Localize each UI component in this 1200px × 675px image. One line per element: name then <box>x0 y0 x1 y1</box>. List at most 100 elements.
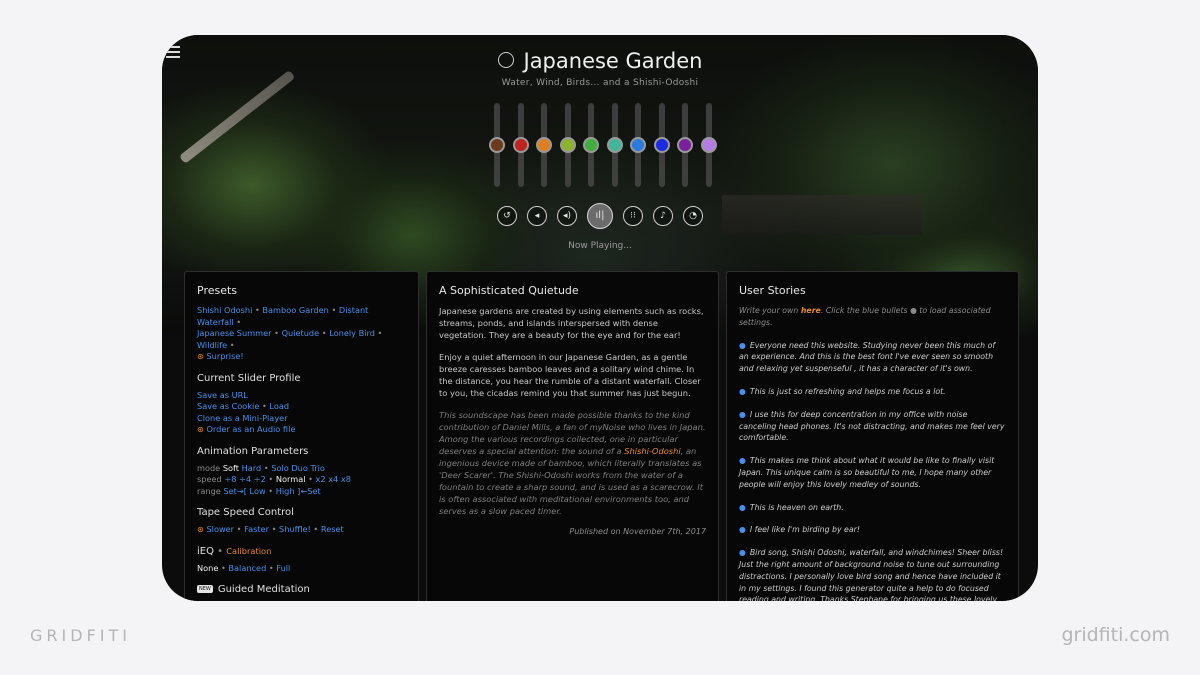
app-window: Japanese Garden Water, Wind, Birds... an… <box>162 35 1038 601</box>
preset-wildlife[interactable]: Wildlife <box>197 340 227 350</box>
slider-profile-actions: Save as URL Save as Cookie • Load Clone … <box>197 389 296 435</box>
slider-track[interactable] <box>583 103 599 187</box>
preset-quietude[interactable]: Quietude <box>282 328 320 338</box>
user-stories-intro: Write your own here. Click the blue bull… <box>739 305 1006 329</box>
clone-mini-player-link[interactable]: Clone as a Mini-Player <box>197 413 288 423</box>
slider-knob[interactable] <box>583 137 599 153</box>
load-link[interactable]: Load <box>269 401 289 411</box>
user-story: ● I use this for deep concentration in my… <box>739 409 1006 444</box>
save-cookie-link[interactable]: Save as Cookie <box>197 401 259 411</box>
range-high[interactable]: High <box>276 486 295 496</box>
ieq-heading: iEQ • Calibration <box>197 545 272 557</box>
user-story: ● This is just so refreshing and helps me… <box>739 386 1006 398</box>
slider-track[interactable] <box>536 103 552 187</box>
shishi-odoshi-link[interactable]: Shishi-Odoshi <box>624 446 680 456</box>
slider-knob[interactable] <box>630 137 646 153</box>
timer-icon[interactable]: ◔ <box>683 206 703 226</box>
speed-normal[interactable]: Normal <box>276 474 306 484</box>
slider-knob[interactable] <box>559 137 576 153</box>
tape-faster[interactable]: Faster <box>244 524 269 534</box>
mode-hard[interactable]: Hard <box>242 463 262 473</box>
slider-track[interactable] <box>606 103 623 187</box>
mode-solo[interactable]: Solo <box>271 463 289 473</box>
slider-track[interactable] <box>512 103 529 187</box>
user-story: ● I feel like I'm birding by ear! <box>739 524 1006 536</box>
tape-shuffle[interactable]: Shuffle! <box>279 524 311 534</box>
speed-div4[interactable]: ÷4 <box>239 474 251 484</box>
slider-track[interactable] <box>653 103 670 187</box>
speed-x4[interactable]: x4 <box>328 474 338 484</box>
ieq-full[interactable]: Full <box>276 563 290 573</box>
save-url-link[interactable]: Save as URL <box>197 390 248 400</box>
mode-soft[interactable]: Soft <box>223 463 239 473</box>
preset-bamboo-garden[interactable]: Bamboo Garden <box>262 305 328 315</box>
tape-reset[interactable]: Reset <box>321 524 344 534</box>
user-stories-list: ● Everyone need this website. Studying ne… <box>739 340 1006 601</box>
range-set-to[interactable]: ]←Set <box>297 486 321 496</box>
range-set-from[interactable]: Set→[ <box>223 486 247 496</box>
slider-knob[interactable] <box>536 137 552 153</box>
speed-label: speed <box>197 474 222 484</box>
speed-x8[interactable]: x8 <box>341 474 351 484</box>
guided-meditation-heading[interactable]: NEW Guided Meditation <box>197 584 406 595</box>
bell-icon[interactable]: ♪ <box>653 206 673 226</box>
now-playing-status: Now Playing... <box>568 241 632 251</box>
slider-knob[interactable] <box>489 137 505 153</box>
published-date: Published on November 7th, 2017 <box>569 527 706 536</box>
volume-up-icon[interactable]: ◂) <box>557 206 577 226</box>
tape-slower[interactable]: Slower <box>206 524 234 534</box>
write-story-link[interactable]: here <box>801 306 821 315</box>
story-text: I feel like I'm birding by ear! <box>749 525 860 535</box>
slider-knob[interactable] <box>653 137 670 153</box>
description-heading: A Sophisticated Quietude <box>439 284 579 297</box>
mode-trio[interactable]: Trio <box>310 463 324 473</box>
slider-knob[interactable] <box>606 137 623 153</box>
story-bullet-icon[interactable]: ● <box>739 410 746 419</box>
slider-track[interactable] <box>489 103 505 187</box>
equalizer-icon[interactable]: ıl| <box>587 203 613 229</box>
animation-heading: Animation Parameters <box>197 445 309 457</box>
preset-lonely-bird[interactable]: Lonely Bird <box>329 328 375 338</box>
slider-knob[interactable] <box>700 137 717 153</box>
ieq-options: None • Balanced • Full <box>197 562 291 573</box>
preset-japanese-summer[interactable]: Japanese Summer <box>197 328 272 338</box>
preset-shishi-odoshi[interactable]: Shishi Odoshi <box>197 305 252 315</box>
slider-knob[interactable] <box>512 137 529 153</box>
slider-knob[interactable] <box>677 137 693 153</box>
mode-label: mode <box>197 462 221 473</box>
story-bullet-icon[interactable]: ● <box>739 525 746 534</box>
user-story: ● Bird song, Shishi Odoshi, waterfall, an… <box>739 547 1006 601</box>
volume-down-icon[interactable]: ◂ <box>527 206 547 226</box>
sound-sliders <box>489 103 719 187</box>
story-bullet-icon[interactable]: ● <box>739 503 746 512</box>
story-text: This is just so refreshing and helps me … <box>749 386 946 396</box>
slider-track[interactable] <box>630 103 646 187</box>
preset-surprise[interactable]: Surprise! <box>206 351 243 361</box>
slider-track[interactable] <box>677 103 693 187</box>
range-low[interactable]: Low <box>250 486 266 496</box>
description-panel: A Sophisticated Quietude Japanese garden… <box>426 271 719 601</box>
guided-meditation-title[interactable]: Guided Meditation <box>218 584 310 595</box>
animate-icon[interactable]: ⁝⁝ <box>623 206 643 226</box>
reset-icon[interactable]: ↺ <box>497 206 517 226</box>
slider-profile-heading: Current Slider Profile <box>197 372 301 384</box>
story-bullet-icon[interactable]: ● <box>739 456 746 465</box>
intro-start: Write your own <box>739 306 801 315</box>
ieq-calibration-link[interactable]: Calibration <box>226 546 271 556</box>
slider-track[interactable] <box>559 103 576 187</box>
ieq-balanced[interactable]: Balanced <box>228 563 266 573</box>
speed-x2[interactable]: x2 <box>316 474 326 484</box>
ieq-none[interactable]: None <box>197 563 218 573</box>
story-bullet-icon[interactable]: ● <box>739 548 746 557</box>
mode-duo[interactable]: Duo <box>291 463 308 473</box>
description-paragraph-3: This soundscape has been made possible t… <box>439 409 706 517</box>
slider-track[interactable] <box>700 103 717 187</box>
description-paragraph-1: Japanese gardens are created by using el… <box>439 306 704 340</box>
speed-div2[interactable]: ÷2 <box>254 474 266 484</box>
order-audio-link[interactable]: Order as an Audio file <box>206 424 295 434</box>
speed-div8[interactable]: ÷8 <box>224 474 236 484</box>
story-bullet-icon[interactable]: ● <box>739 387 746 396</box>
presets-list: Shishi Odoshi • Bamboo Garden • Distant … <box>197 305 383 361</box>
page-subtitle: Water, Wind, Birds... and a Shishi-Odosh… <box>501 78 699 88</box>
story-bullet-icon[interactable]: ● <box>739 341 746 350</box>
